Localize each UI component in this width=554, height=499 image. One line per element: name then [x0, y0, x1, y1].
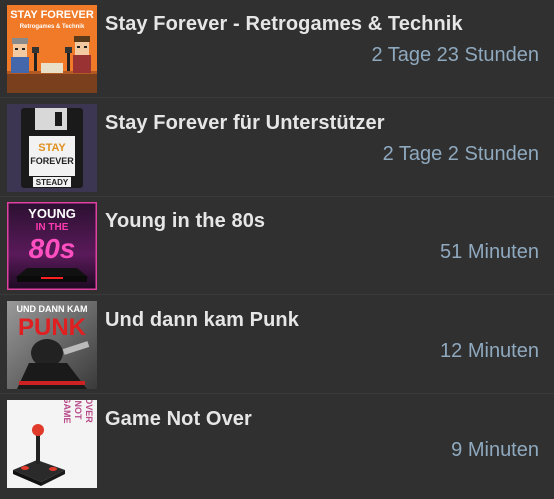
podcast-title: Stay Forever für Unterstützer	[105, 112, 385, 134]
row-divider	[0, 393, 554, 394]
podcast-row-stay-forever[interactable]: STAY FOREVER Retrogames & Technik Stay F…	[0, 0, 554, 98]
cover-text-stay-forever: STAY FOREVER	[10, 9, 94, 21]
podcast-duration: 2 Tage 23 Stunden	[371, 44, 539, 66]
podcast-cover-stay-forever-unterstuetzer: STAY FOREVER STEADY	[7, 104, 97, 192]
cover-text-over: OVER	[84, 400, 94, 423]
cover-text-in-the: IN THE	[36, 222, 69, 233]
podcast-cover-young-in-the-80s: YOUNG IN THE 80s	[7, 202, 97, 290]
cover-text-stay: STAY	[38, 142, 66, 154]
cover-text-forever: FOREVER	[30, 156, 74, 166]
podcast-cover-stay-forever: STAY FOREVER Retrogames & Technik	[7, 5, 97, 93]
podcast-title: Und dann kam Punk	[105, 309, 299, 331]
podcast-title: Game Not Over	[105, 408, 252, 430]
podcast-list: STAY FOREVER Retrogames & Technik Stay F…	[0, 0, 554, 499]
podcast-duration: 9 Minuten	[451, 439, 539, 461]
podcast-row-stay-forever-unterstuetzer[interactable]: STAY FOREVER STEADY Stay Forever für Unt…	[0, 99, 554, 197]
podcast-row-game-not-over[interactable]: GAME NOT OVER Game Not Over 9 Minuten	[0, 395, 554, 493]
podcast-duration: 51 Minuten	[440, 241, 539, 263]
row-divider	[0, 97, 554, 98]
row-divider	[0, 294, 554, 295]
podcast-cover-und-dann-kam-punk: UND DANN KAM PUNK	[7, 301, 97, 389]
cover-subtext-stay-forever: Retrogames & Technik	[20, 24, 85, 30]
podcast-cover-game-not-over: GAME NOT OVER	[7, 400, 97, 488]
cover-text-not: NOT	[73, 401, 83, 421]
podcast-row-und-dann-kam-punk[interactable]: UND DANN KAM PUNK Und dann kam Punk 12 M…	[0, 296, 554, 394]
cover-text-game: GAME	[62, 400, 72, 424]
podcast-row-young-in-the-80s[interactable]: YOUNG IN THE 80s Young in the 80s 51 Min…	[0, 197, 554, 295]
cover-text-punk: PUNK	[18, 314, 87, 341]
podcast-duration: 12 Minuten	[440, 340, 539, 362]
cover-text-young: YOUNG	[28, 206, 76, 221]
cover-text-steady: STEADY	[36, 178, 69, 187]
podcast-title: Stay Forever - Retrogames & Technik	[105, 13, 463, 35]
podcast-duration: 2 Tage 2 Stunden	[382, 143, 539, 165]
cover-text-80s: 80s	[29, 233, 76, 264]
cover-text-und-dann-kam: UND DANN KAM	[17, 304, 88, 314]
podcast-title: Young in the 80s	[105, 210, 266, 232]
